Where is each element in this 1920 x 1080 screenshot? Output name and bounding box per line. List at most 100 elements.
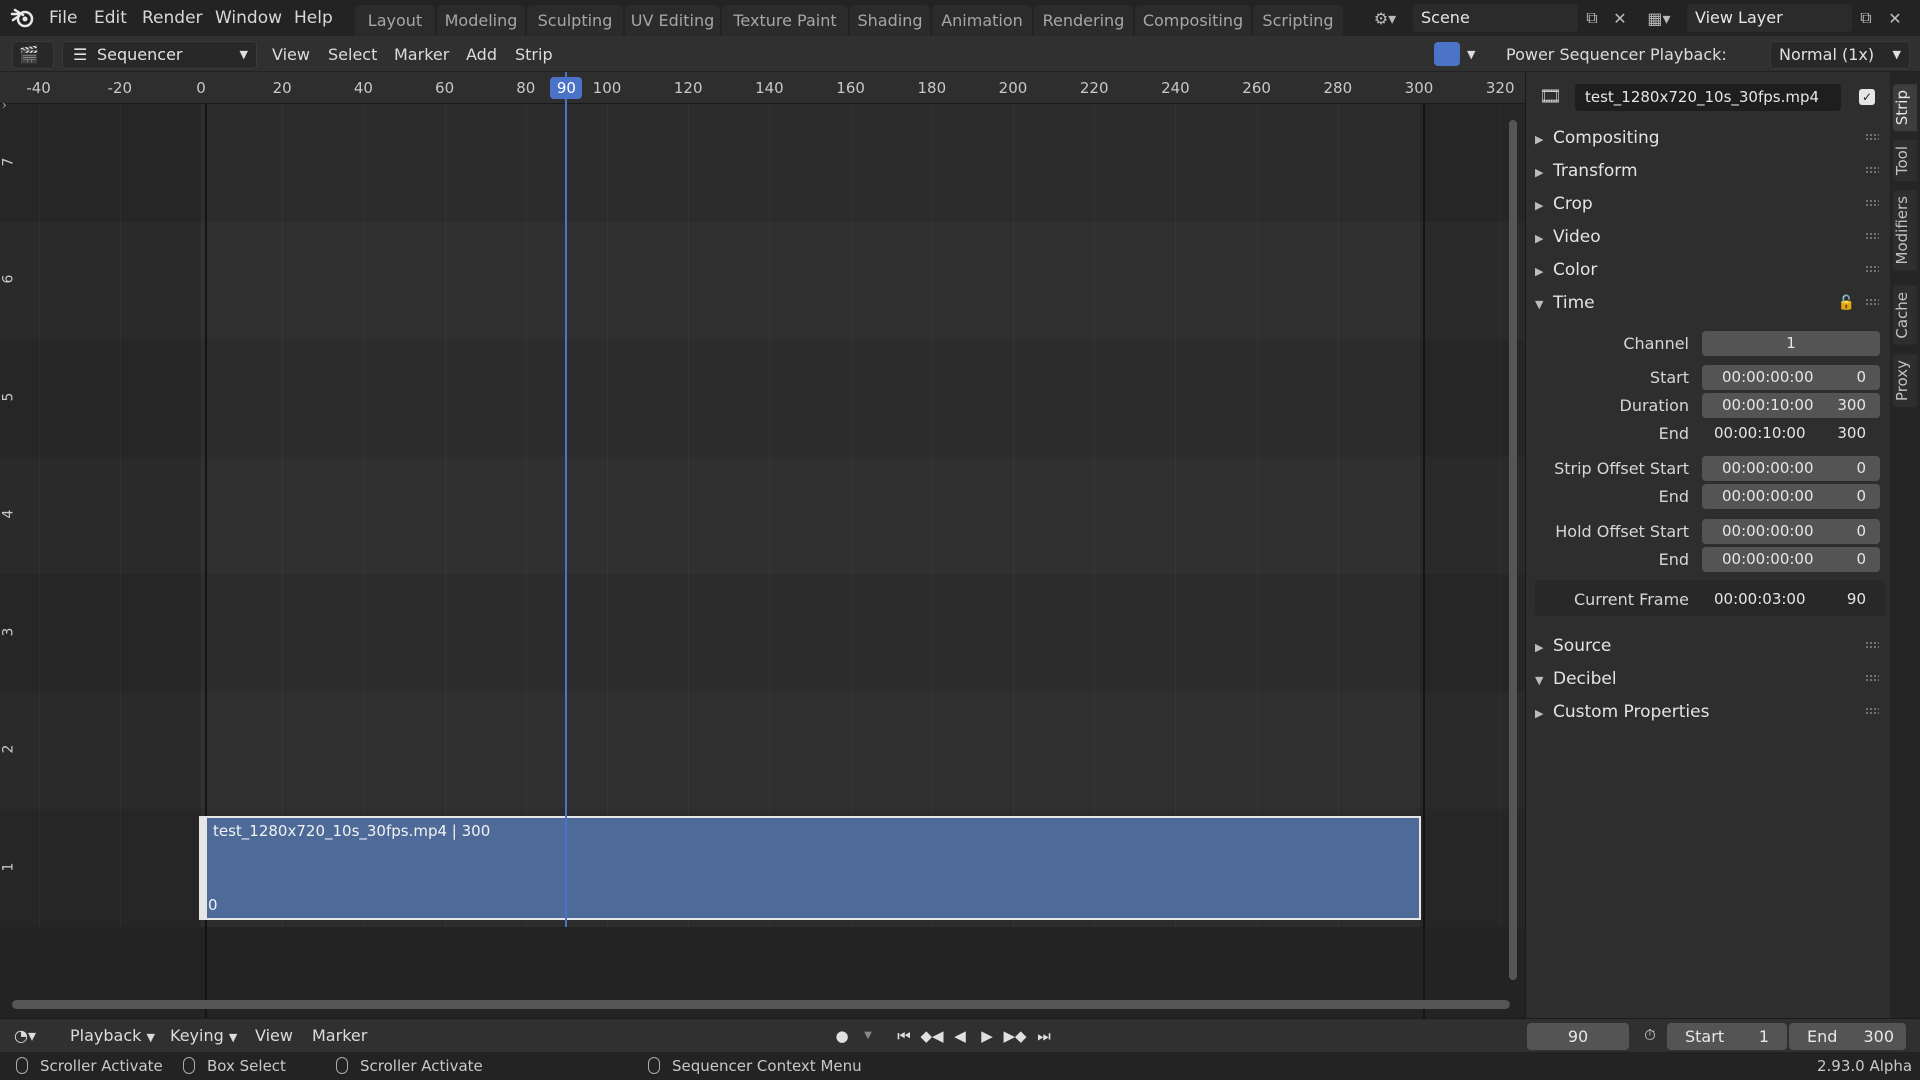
tab-modeling[interactable]: Modeling	[437, 5, 525, 36]
overlay-dropdown-icon[interactable]: ▼	[1467, 42, 1475, 68]
tab-shading[interactable]: Shading	[850, 5, 930, 36]
movie-strip[interactable]: test_1280x720_10s_30fps.mp4 | 300 0	[199, 816, 1421, 920]
tab-rendering[interactable]: Rendering	[1034, 5, 1133, 36]
sequencer-timeline[interactable]: 7 6 5 4 3 2 1 test_1280x720_10s_30fps.mp4 | 30…	[0, 72, 1525, 1018]
drag-grip-icon[interactable]	[1865, 133, 1879, 141]
tab-tool[interactable]: Tool	[1893, 140, 1917, 182]
menu-select[interactable]: Select	[328, 42, 377, 68]
drag-grip-icon[interactable]	[1865, 674, 1879, 682]
record-options-icon[interactable]: ▼	[856, 1025, 880, 1047]
menu-render[interactable]: Render	[142, 0, 203, 36]
frame-ruler[interactable]: -40 -20 0 20 40 60 80 100 120 140 160 180 200 220 240 2…	[0, 72, 1525, 104]
tab-texture-paint[interactable]: Texture Paint	[722, 5, 848, 36]
tab-scripting[interactable]: Scripting	[1253, 5, 1343, 36]
channel-field[interactable]: 1	[1702, 331, 1880, 356]
playhead-frame-label[interactable]: 90	[550, 77, 583, 99]
current-frame-input[interactable]: 90	[1527, 1023, 1629, 1050]
chevron-down-icon: ▼	[146, 1031, 155, 1044]
start-frame-input[interactable]: Start 1	[1667, 1023, 1787, 1050]
menu-edit[interactable]: Edit	[94, 0, 127, 36]
duration-field[interactable]: 00:00:10:00 300	[1702, 393, 1880, 418]
play-icon[interactable]: ▶	[975, 1025, 999, 1047]
mouse-drag-icon	[183, 1057, 195, 1074]
timeline-menu-playback[interactable]: Playback ▼	[70, 1023, 155, 1049]
jump-end-icon[interactable]: ⏭	[1032, 1025, 1056, 1047]
menu-help[interactable]: Help	[294, 0, 333, 36]
menu-marker[interactable]: Marker	[394, 42, 449, 68]
drag-grip-icon[interactable]	[1865, 265, 1879, 273]
strip-offset-end-field[interactable]: 00:00:00:00 0	[1702, 484, 1880, 509]
end-frame-input[interactable]: End 300	[1789, 1023, 1906, 1050]
playback-speed-dropdown[interactable]: Normal (1x) ▼	[1770, 41, 1910, 69]
tab-modifiers[interactable]: Modifiers	[1893, 190, 1917, 271]
drag-grip-icon[interactable]	[1865, 232, 1879, 240]
strip-offset-start-field[interactable]: 00:00:00:00 0	[1702, 456, 1880, 481]
menu-strip[interactable]: Strip	[515, 42, 553, 68]
editor-type-dropdown[interactable]: 🎬	[12, 41, 54, 69]
drag-grip-icon[interactable]	[1865, 641, 1879, 649]
delete-view-layer-icon[interactable]: ✕	[1882, 5, 1908, 31]
clapper-icon: 🎬	[19, 45, 39, 64]
hold-offset-end-field[interactable]: 00:00:00:00 0	[1702, 547, 1880, 572]
strip-offset-start-label: Strip Offset Start	[1554, 459, 1689, 478]
timeline-menu-view[interactable]: View	[255, 1023, 293, 1049]
panel-compositing[interactable]: ▶ Compositing	[1535, 124, 1885, 152]
view-type-dropdown[interactable]: Sequencer ☰ ▼	[62, 41, 257, 69]
menu-view[interactable]: View	[272, 42, 310, 68]
overlay-toggle-icon[interactable]	[1434, 42, 1460, 66]
timeline-menu-marker[interactable]: Marker	[312, 1023, 367, 1049]
lock-icon[interactable]: 🔓	[1838, 289, 1855, 317]
panel-time[interactable]: ▼ Time 🔓	[1535, 289, 1885, 317]
tab-animation[interactable]: Animation	[932, 5, 1032, 36]
vertical-scrollbar[interactable]	[1509, 120, 1517, 980]
timeline-menu-keying[interactable]: Keying ▼	[170, 1023, 237, 1049]
panel-transform-label: Transform	[1553, 161, 1638, 181]
panel-color[interactable]: ▶ Color	[1535, 256, 1885, 284]
tab-layout[interactable]: Layout	[355, 5, 435, 36]
panel-crop[interactable]: ▶ Crop	[1535, 190, 1885, 218]
prev-keyframe-icon[interactable]: ◆◀	[920, 1025, 944, 1047]
stopwatch-icon[interactable]: ⏱	[1638, 1024, 1662, 1046]
panel-video[interactable]: ▶ Video	[1535, 223, 1885, 251]
jump-start-icon[interactable]: ⏮	[892, 1025, 916, 1047]
panel-decibel[interactable]: ▼ Decibel	[1535, 665, 1885, 693]
expand-chevron-icon[interactable]: ›	[2, 98, 7, 112]
drag-grip-icon[interactable]	[1865, 707, 1879, 715]
play-reverse-icon[interactable]: ◀	[948, 1025, 972, 1047]
strip-name-field[interactable]: test_1280x720_10s_30fps.mp4	[1575, 84, 1841, 111]
record-icon[interactable]: ●	[830, 1025, 854, 1047]
menu-window[interactable]: Window	[215, 0, 282, 36]
tab-cache[interactable]: Cache	[1893, 286, 1917, 345]
horizontal-scrollbar[interactable]	[12, 1000, 1510, 1009]
new-scene-icon[interactable]: ⧉	[1579, 5, 1605, 31]
drag-grip-icon[interactable]	[1865, 199, 1879, 207]
panel-source[interactable]: ▶ Source	[1535, 632, 1885, 660]
playhead[interactable]	[565, 72, 568, 927]
tab-strip[interactable]: Strip	[1893, 84, 1917, 132]
channel-label: 3	[0, 627, 17, 637]
scene-selector-icon[interactable]: ⚙▾	[1372, 5, 1398, 31]
drag-grip-icon[interactable]	[1865, 298, 1879, 306]
drag-grip-icon[interactable]	[1865, 166, 1879, 174]
blender-logo-icon[interactable]	[10, 6, 36, 30]
hold-offset-start-field[interactable]: 00:00:00:00 0	[1702, 519, 1880, 544]
delete-scene-icon[interactable]: ✕	[1607, 5, 1633, 31]
view-layer-name-field[interactable]: View Layer	[1687, 4, 1852, 32]
timeline-editor-type-icon[interactable]: ◔▾	[14, 1023, 54, 1049]
new-view-layer-icon[interactable]: ⧉	[1853, 5, 1879, 31]
tab-uv-editing[interactable]: UV Editing	[625, 5, 720, 36]
strip-name-row: 🎞 test_1280x720_10s_30fps.mp4 ✓	[1535, 84, 1885, 112]
panel-custom-properties[interactable]: ▶ Custom Properties	[1535, 698, 1885, 726]
power-sequencer-menu[interactable]: Power Sequencer	[1506, 42, 1645, 68]
tab-proxy[interactable]: Proxy	[1893, 354, 1917, 408]
tab-compositing[interactable]: Compositing	[1135, 5, 1251, 36]
tab-sculpting[interactable]: Sculpting	[527, 5, 623, 36]
next-keyframe-icon[interactable]: ▶◆	[1003, 1025, 1027, 1047]
strip-enable-checkbox[interactable]: ✓	[1859, 89, 1875, 105]
view-layer-selector-icon[interactable]: ▦▾	[1646, 5, 1672, 31]
start-field[interactable]: 00:00:00:00 0	[1702, 365, 1880, 390]
menu-add[interactable]: Add	[466, 42, 497, 68]
panel-transform[interactable]: ▶ Transform	[1535, 157, 1885, 185]
scene-name-field[interactable]: Scene	[1413, 4, 1578, 32]
menu-file[interactable]: File	[49, 0, 77, 36]
